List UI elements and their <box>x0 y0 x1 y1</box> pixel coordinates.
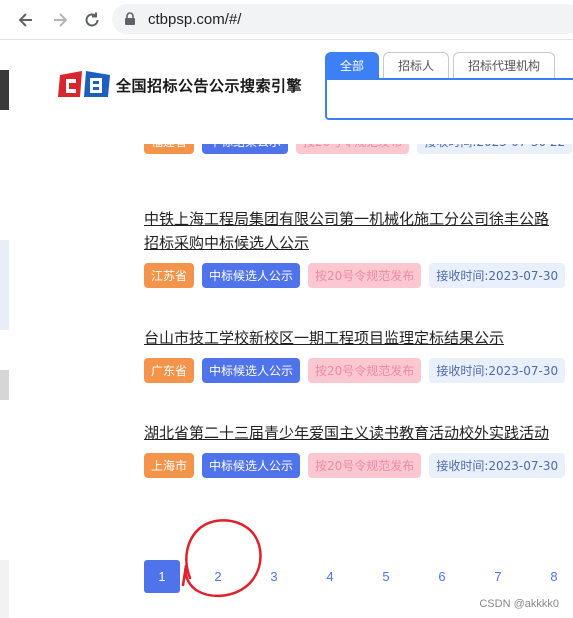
tab-all[interactable]: 全部 <box>325 52 380 78</box>
type-tag: 中标结果公示 <box>202 144 289 154</box>
rule-tag: 按20号令规范发布 <box>308 263 422 288</box>
page-button[interactable]: 5 <box>368 560 404 593</box>
type-tag: 中标候选人公示 <box>202 358 301 383</box>
time-tag: 接收时间:2023-07-30 <box>429 453 566 478</box>
time-tag: 接收时间:2023-07-30 22 <box>417 144 573 154</box>
rule-tag: 按20号令规范发布 <box>296 144 410 154</box>
watermark: CSDN @akkkk0 <box>479 598 559 610</box>
time-tag: 接收时间:2023-07-30 <box>429 358 566 383</box>
result-title-link[interactable]: 中铁上海工程局集团有限公司第一机械化施工分公司徐丰公路 招标采购中标候选人公示 <box>144 207 573 255</box>
time-tag: 接收时间:2023-07-30 <box>429 263 566 288</box>
region-tag: 上海市 <box>144 453 195 478</box>
background-window-edge <box>0 40 9 618</box>
page-button[interactable]: 8 <box>536 560 572 593</box>
result-list: 福建省 中标结果公示 按20号令规范发布 接收时间:2023-07-30 22 … <box>144 144 573 514</box>
tab-agency[interactable]: 招标代理机构 <box>453 52 556 78</box>
result-title-link[interactable]: 台山市技工学校新校区一期工程项目监理定标结果公示 <box>144 326 573 350</box>
page-button[interactable]: 4 <box>312 560 348 593</box>
browser-toolbar: ctbpsp.com/#/ <box>0 0 573 40</box>
region-tag: 江苏省 <box>144 263 195 288</box>
result-title-line[interactable]: 招标采购中标候选人公示 <box>144 231 573 255</box>
forward-icon[interactable] <box>48 8 72 32</box>
type-tag: 中标候选人公示 <box>202 263 301 288</box>
page-button[interactable]: 1 <box>144 560 180 593</box>
result-title-link[interactable]: 湖北省第二十三届青少年爱国主义读书教育活动校外实践活动 <box>144 421 573 445</box>
region-tag: 福建省 <box>144 144 195 154</box>
screenshot: ctbpsp.com/#/ 全国招标公告公示搜索引擎 全部 招标人 招标代理机构… <box>0 0 573 618</box>
page-button[interactable]: 3 <box>256 560 292 593</box>
pagination: 1 2 3 4 5 6 7 8 <box>144 560 573 593</box>
list-item: 中铁上海工程局集团有限公司第一机械化施工分公司徐丰公路 招标采购中标候选人公示 … <box>144 207 573 288</box>
search-input[interactable] <box>325 78 573 120</box>
lock-icon <box>124 12 138 26</box>
site-logo-icon[interactable] <box>56 67 112 101</box>
rule-tag: 按20号令规范发布 <box>308 358 422 383</box>
url-text: ctbpsp.com/#/ <box>148 10 242 28</box>
search-tabs: 全部 招标人 招标代理机构 <box>325 52 556 78</box>
address-bar[interactable]: ctbpsp.com/#/ <box>112 4 573 34</box>
reload-icon[interactable] <box>80 8 104 32</box>
site-header: 全国招标公告公示搜索引擎 全部 招标人 招标代理机构 <box>9 40 573 144</box>
back-icon[interactable] <box>14 8 38 32</box>
type-tag: 中标候选人公示 <box>202 453 301 478</box>
list-item: 湖北省第二十三届青少年爱国主义读书教育活动校外实践活动 上海市 中标候选人公示 … <box>144 421 573 478</box>
page-button[interactable]: 6 <box>424 560 460 593</box>
page-button[interactable]: 7 <box>480 560 516 593</box>
list-item: 台山市技工学校新校区一期工程项目监理定标结果公示 广东省 中标候选人公示 按20… <box>144 326 573 383</box>
rule-tag: 按20号令规范发布 <box>308 453 422 478</box>
page-button[interactable]: 2 <box>200 560 236 593</box>
list-item: 福建省 中标结果公示 按20号令规范发布 接收时间:2023-07-30 22 <box>144 144 573 154</box>
tab-tenderer[interactable]: 招标人 <box>383 52 450 78</box>
site-title[interactable]: 全国招标公告公示搜索引擎 <box>116 75 302 96</box>
result-title-line[interactable]: 中铁上海工程局集团有限公司第一机械化施工分公司徐丰公路 <box>144 207 573 231</box>
region-tag: 广东省 <box>144 358 195 383</box>
